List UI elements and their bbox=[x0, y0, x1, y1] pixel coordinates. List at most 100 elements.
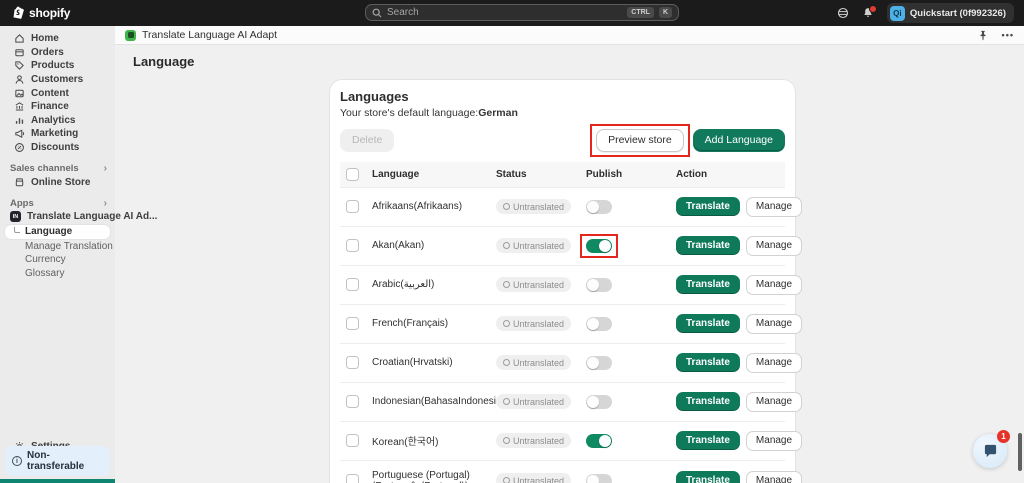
status-ring-icon bbox=[503, 359, 510, 366]
manage-button[interactable]: Manage bbox=[746, 197, 802, 217]
manage-button[interactable]: Manage bbox=[746, 471, 802, 483]
sidebar-item-finance[interactable]: Finance bbox=[0, 100, 115, 114]
manage-button[interactable]: Manage bbox=[746, 392, 802, 412]
shopify-logo[interactable]: shopify bbox=[12, 0, 70, 26]
sidebar-section-sales-channels[interactable]: Sales channels › bbox=[0, 162, 115, 175]
globe-icon[interactable] bbox=[837, 7, 850, 20]
add-language-button[interactable]: Add Language bbox=[693, 129, 785, 152]
sidebar-item-orders[interactable]: Orders bbox=[0, 46, 115, 60]
table-row: Korean(한국어) Untranslated TranslateManage bbox=[340, 421, 785, 460]
user-menu[interactable]: Qi Quickstart (0f992326) bbox=[887, 3, 1014, 23]
translate-button[interactable]: Translate bbox=[676, 314, 740, 333]
select-all-checkbox[interactable] bbox=[346, 168, 359, 181]
storefront-icon bbox=[14, 177, 25, 188]
row-checkbox[interactable] bbox=[346, 278, 359, 291]
row-checkbox[interactable] bbox=[346, 474, 359, 483]
more-options-icon[interactable]: ••• bbox=[1002, 30, 1014, 40]
sidebar-item-analytics[interactable]: Analytics bbox=[0, 114, 115, 128]
languages-table: Language Status Publish Action Afrikaans… bbox=[340, 162, 785, 483]
publish-toggle[interactable] bbox=[586, 356, 612, 370]
chat-widget-button[interactable]: 1 bbox=[973, 434, 1007, 468]
publish-toggle[interactable] bbox=[586, 434, 612, 448]
row-checkbox[interactable] bbox=[346, 239, 359, 252]
row-checkbox[interactable] bbox=[346, 356, 359, 369]
status-ring-icon bbox=[503, 203, 510, 210]
marketing-icon bbox=[14, 128, 25, 139]
search-input[interactable]: Search CTRL K bbox=[365, 4, 679, 21]
sidebar-item-currency[interactable]: Currency bbox=[0, 253, 115, 266]
sidebar-item-language[interactable]: Language bbox=[5, 225, 110, 239]
pin-icon[interactable] bbox=[978, 30, 988, 41]
bottom-progress-strip bbox=[0, 479, 115, 483]
translate-app-icon: IN bbox=[10, 211, 21, 222]
chevron-right-icon: › bbox=[104, 198, 107, 209]
preview-store-button[interactable]: Preview store bbox=[596, 129, 684, 152]
translate-button[interactable]: Translate bbox=[676, 353, 740, 372]
kbd-k: K bbox=[659, 7, 672, 18]
status-badge: Untranslated bbox=[496, 433, 571, 448]
sidebar-item-translate-app[interactable]: IN Translate Language AI Ad... bbox=[0, 210, 115, 224]
translate-button[interactable]: Translate bbox=[676, 197, 740, 216]
manage-button[interactable]: Manage bbox=[746, 431, 802, 451]
plan-badge[interactable]: i Non-transferable bbox=[5, 446, 110, 476]
manage-button[interactable]: Manage bbox=[746, 236, 802, 256]
language-cell: Indonesian(BahasaIndonesia) bbox=[366, 382, 490, 421]
finance-icon bbox=[14, 101, 25, 112]
translate-button[interactable]: Translate bbox=[676, 275, 740, 294]
sidebar-item-home[interactable]: Home bbox=[0, 32, 115, 46]
status-badge: Untranslated bbox=[496, 473, 571, 483]
translate-button[interactable]: Translate bbox=[676, 431, 740, 450]
sidebar-item-customers[interactable]: Customers bbox=[0, 73, 115, 87]
publish-toggle[interactable] bbox=[586, 278, 612, 292]
sidebar-item-manage-translation[interactable]: Manage Translation bbox=[0, 240, 115, 253]
publish-toggle[interactable] bbox=[586, 200, 612, 214]
sidebar-item-glossary[interactable]: Glossary bbox=[0, 266, 115, 279]
manage-button[interactable]: Manage bbox=[746, 353, 802, 373]
app-title: Translate Language AI Adapt bbox=[142, 29, 277, 41]
language-cell: French(Français) bbox=[366, 304, 490, 343]
products-icon bbox=[14, 60, 25, 71]
publish-toggle[interactable] bbox=[586, 239, 612, 253]
status-ring-icon bbox=[503, 281, 510, 288]
card-title: Languages bbox=[340, 89, 785, 104]
sidebar-item-products[interactable]: Products bbox=[0, 59, 115, 73]
notifications-bell-icon[interactable] bbox=[862, 7, 875, 20]
topbar: shopify Search CTRL K Qi Quickstart (0f9… bbox=[0, 0, 1024, 26]
info-icon: i bbox=[12, 456, 22, 466]
publish-toggle[interactable] bbox=[586, 474, 612, 483]
default-language-value: German bbox=[478, 107, 518, 119]
row-checkbox[interactable] bbox=[346, 317, 359, 330]
language-cell: Croatian(Hrvatski) bbox=[366, 343, 490, 382]
row-checkbox[interactable] bbox=[346, 200, 359, 213]
status-badge: Untranslated bbox=[496, 238, 571, 253]
delete-button[interactable]: Delete bbox=[340, 129, 394, 152]
row-checkbox[interactable] bbox=[346, 434, 359, 447]
publish-toggle[interactable] bbox=[586, 395, 612, 409]
vertical-scrollbar[interactable] bbox=[1018, 433, 1022, 471]
sidebar-item-content[interactable]: Content bbox=[0, 86, 115, 100]
sidebar-section-apps[interactable]: Apps › bbox=[0, 197, 115, 210]
sidebar-item-marketing[interactable]: Marketing bbox=[0, 127, 115, 141]
default-language-subtitle: Your store's default language:German bbox=[340, 107, 785, 119]
chevron-right-icon: › bbox=[104, 163, 107, 174]
row-checkbox[interactable] bbox=[346, 395, 359, 408]
language-cell: Portuguese (Portugal)(Português(Portugal… bbox=[366, 460, 490, 483]
language-cell: Arabic(العربية) bbox=[366, 265, 490, 304]
translate-button[interactable]: Translate bbox=[676, 471, 740, 483]
orders-icon bbox=[14, 47, 25, 58]
language-cell: Afrikaans(Afrikaans) bbox=[366, 187, 490, 226]
status-ring-icon bbox=[503, 437, 510, 444]
table-row: Akan(Akan) Untranslated TranslateManage bbox=[340, 226, 785, 265]
sidebar-item-online-store[interactable]: Online Store bbox=[0, 175, 115, 189]
sidebar-nav: HomeOrdersProductsCustomersContentFinanc… bbox=[0, 32, 115, 154]
page-title: Language bbox=[133, 54, 194, 69]
languages-card: Languages Your store's default language:… bbox=[330, 80, 795, 483]
publish-toggle[interactable] bbox=[586, 317, 612, 331]
translate-button[interactable]: Translate bbox=[676, 236, 740, 255]
manage-button[interactable]: Manage bbox=[746, 275, 802, 295]
manage-button[interactable]: Manage bbox=[746, 314, 802, 334]
sidebar-item-discounts[interactable]: Discounts bbox=[0, 141, 115, 155]
translate-button[interactable]: Translate bbox=[676, 392, 740, 411]
table-body: Afrikaans(Afrikaans) Untranslated Transl… bbox=[340, 187, 785, 483]
col-publish: Publish bbox=[580, 162, 670, 188]
